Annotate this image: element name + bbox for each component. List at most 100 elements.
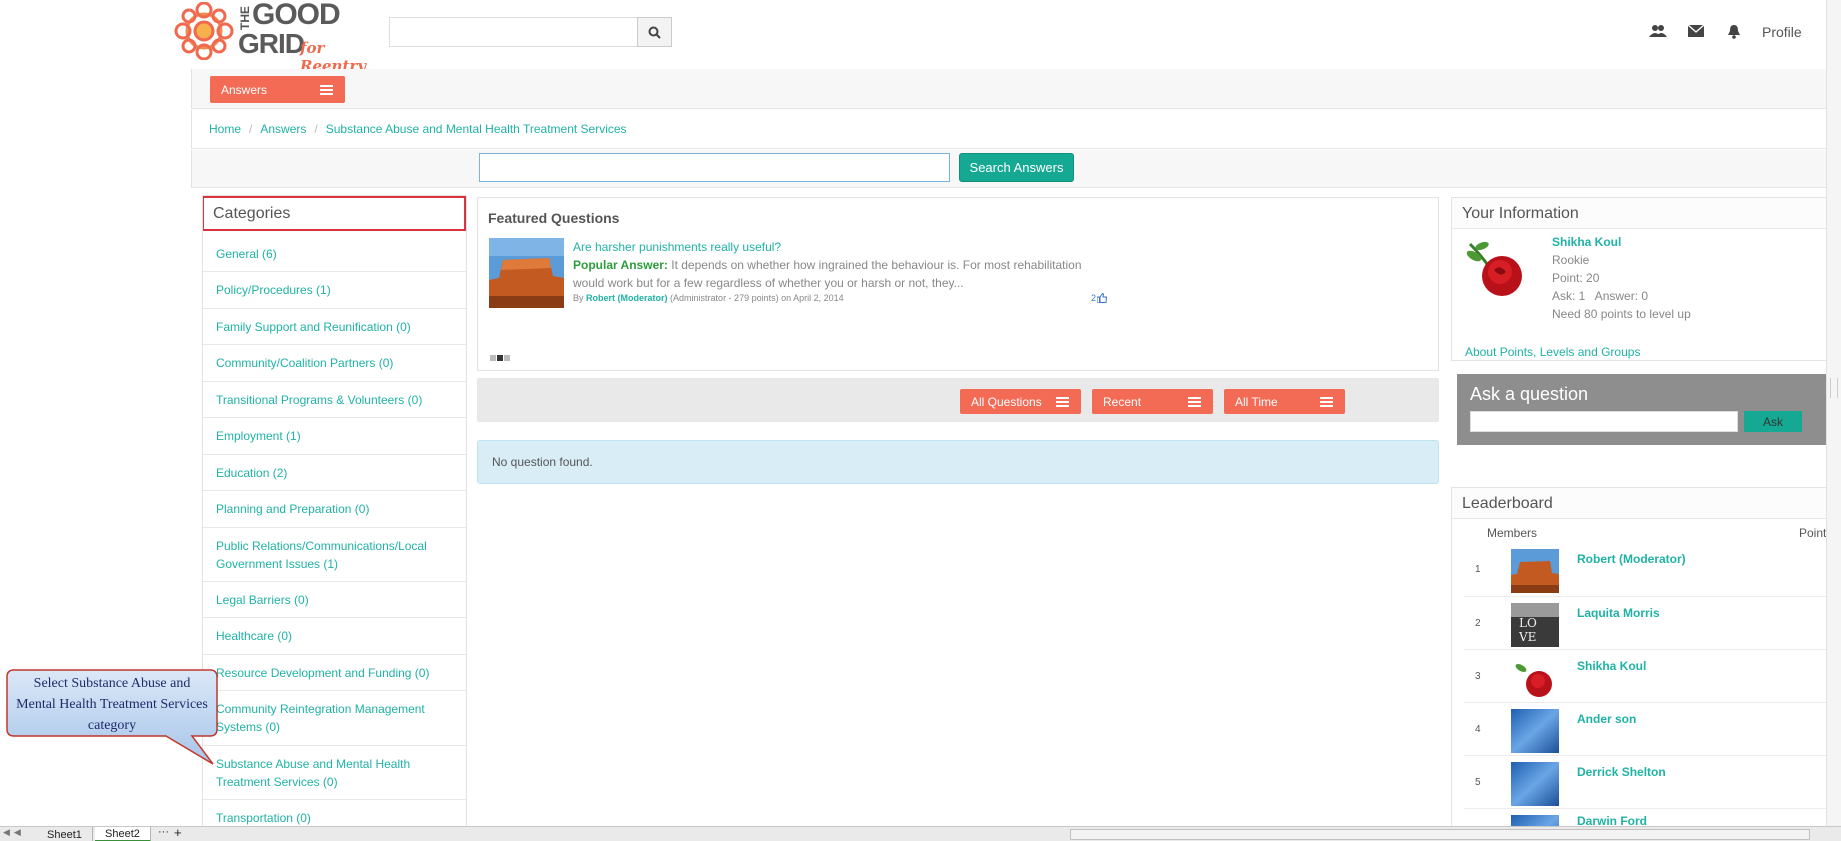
top-header: THE GOOD GRID for Reentry Profile (0, 0, 1841, 75)
author-link[interactable]: Robert (Moderator) (586, 293, 668, 303)
category-item[interactable]: Planning and Preparation (0) (203, 491, 466, 528)
sheet-tab-bar: ◀◀ Sheet1 Sheet2 ··· + (0, 825, 1841, 841)
default-avatar-icon (1511, 762, 1559, 806)
rose-avatar-icon (1460, 234, 1532, 302)
notifications-button[interactable] (1724, 22, 1744, 40)
featured-thumbnail[interactable] (489, 238, 564, 308)
category-item[interactable]: Community/Coalition Partners (0) (203, 345, 466, 382)
add-sheet-icon[interactable]: + (174, 825, 182, 840)
member-name-link[interactable]: Ander son (1577, 712, 1636, 726)
category-item[interactable]: Resource Development and Funding (0) (203, 655, 466, 691)
friends-button[interactable] (1648, 22, 1668, 40)
messages-button[interactable] (1686, 22, 1706, 40)
breadcrumb-answers[interactable]: Answers (260, 122, 306, 136)
member-avatar[interactable] (1511, 656, 1559, 700)
category-item[interactable]: Community Reintegration Management Syste… (203, 691, 466, 746)
category-item[interactable]: Employment (1) (203, 418, 466, 455)
all-questions-dropdown[interactable]: All Questions (960, 389, 1081, 414)
answers-menu-button[interactable]: Answers (210, 76, 345, 103)
no-question-notice: No question found. (477, 440, 1439, 484)
user-avatar[interactable] (1460, 234, 1532, 302)
leaderboard-title: Leaderboard (1462, 495, 1553, 512)
slider-dot[interactable] (504, 355, 510, 361)
category-item[interactable]: Education (2) (203, 455, 466, 491)
vertical-scrollbar[interactable] (1826, 0, 1841, 826)
ask-button[interactable]: Ask (1744, 411, 1802, 432)
svg-text:LO: LO (1519, 616, 1537, 630)
like-button[interactable]: 2 (1091, 293, 1108, 303)
instruction-callout-text: Select Substance Abuse and Mental Health… (16, 676, 208, 733)
all-time-label: All Time (1235, 394, 1278, 409)
user-level-up: Need 80 points to level up (1552, 307, 1691, 321)
category-item[interactable]: Legal Barriers (0) (203, 582, 466, 618)
answers-menu-label: Answers (221, 82, 268, 97)
all-questions-label: All Questions (971, 394, 1042, 409)
horizontal-scrollbar[interactable] (1070, 829, 1810, 840)
site-search-button[interactable] (637, 17, 672, 47)
recent-dropdown[interactable]: Recent (1092, 389, 1213, 414)
leaderboard-rank: 1 (1475, 564, 1481, 575)
question-filter-bar: All Questions Recent All Time (477, 378, 1439, 422)
leaderboard-rank: 3 (1475, 671, 1481, 682)
category-item[interactable]: Family Support and Reunification (0) (203, 309, 466, 345)
bell-icon (1728, 24, 1740, 39)
category-item-substance-abuse[interactable]: Substance Abuse and Mental Health Treatm… (203, 746, 466, 800)
scrollbar-thumb[interactable] (1830, 378, 1838, 398)
featured-question-link[interactable]: Are harsher punishments really useful? (573, 240, 781, 254)
love-sculpture-image-icon: LO VE (1511, 603, 1559, 647)
red-rock-image-icon (1511, 549, 1559, 593)
red-rock-image-icon (489, 238, 564, 308)
category-item[interactable]: Healthcare (0) (203, 618, 466, 655)
featured-meta: By Robert (Moderator) (Administrator - 2… (573, 293, 844, 303)
search-icon (648, 26, 661, 39)
user-points: Point: 20 (1552, 271, 1600, 285)
site-search-input[interactable] (389, 17, 637, 47)
more-sheets-icon[interactable]: ··· (158, 826, 169, 838)
category-item[interactable]: Policy/Procedures (1) (203, 272, 466, 309)
sheet-tab-2[interactable]: Sheet2 (95, 827, 151, 841)
category-item[interactable]: Public Relations/Communications/Local Go… (203, 528, 466, 582)
answer-date: on April 2, 2014 (781, 293, 844, 303)
category-item[interactable]: Transitional Programs & Volunteers (0) (203, 382, 466, 418)
leaderboard-row: 1 Robert (Moderator) 279 (1464, 543, 1841, 596)
breadcrumb-home[interactable]: Home (209, 122, 241, 136)
member-name-link[interactable]: Derrick Shelton (1577, 765, 1666, 779)
categories-title: Categories (203, 196, 466, 231)
member-avatar[interactable] (1511, 762, 1559, 806)
about-points-link[interactable]: About Points, Levels and Groups (1465, 345, 1640, 359)
sheet-nav-arrows[interactable]: ◀◀ (3, 827, 25, 838)
search-answers-input[interactable] (479, 153, 950, 182)
hamburger-icon (1188, 396, 1201, 407)
author-role: (Administrator - 279 points) (670, 293, 779, 303)
logo[interactable]: THE GOOD GRID for Reentry (172, 0, 377, 75)
member-name-link[interactable]: Shikha Koul (1577, 659, 1646, 673)
member-name-link[interactable]: Robert (Moderator) (1577, 552, 1686, 566)
slider-dot[interactable] (490, 355, 496, 361)
ask-question-input[interactable] (1470, 411, 1738, 432)
svg-text:VE: VE (1518, 630, 1536, 644)
slider-dot-active[interactable] (497, 355, 503, 361)
breadcrumb-current[interactable]: Substance Abuse and Mental Health Treatm… (326, 122, 627, 136)
search-answers-button[interactable]: Search Answers (959, 153, 1074, 182)
users-icon (1649, 25, 1667, 37)
member-avatar[interactable] (1511, 549, 1559, 593)
answers-menu-bar: Answers (191, 69, 1841, 109)
like-count: 2 (1091, 293, 1097, 303)
member-avatar[interactable]: LO VE (1511, 603, 1559, 647)
hamburger-icon (320, 84, 333, 95)
profile-link[interactable]: Profile (1762, 24, 1802, 40)
leaderboard-panel: Leaderboard Members Points 1 Robert (Mod… (1451, 487, 1841, 832)
category-item[interactable]: General (6) (203, 236, 466, 272)
leaderboard-row: 3 Shikha Koul 20 (1464, 649, 1841, 702)
flower-logo-icon (174, 2, 234, 60)
leaderboard-rank: 2 (1475, 618, 1481, 629)
sheet-tab-1[interactable]: Sheet1 (37, 827, 93, 841)
member-avatar[interactable] (1511, 709, 1559, 753)
thumbs-up-icon (1097, 293, 1108, 303)
logo-the-text: THE (238, 6, 252, 30)
all-time-dropdown[interactable]: All Time (1224, 389, 1345, 414)
breadcrumb-separator: / (314, 122, 318, 136)
member-name-link[interactable]: Laquita Morris (1577, 606, 1660, 620)
hamburger-icon (1056, 396, 1069, 407)
user-name-link[interactable]: Shikha Koul (1552, 235, 1621, 249)
